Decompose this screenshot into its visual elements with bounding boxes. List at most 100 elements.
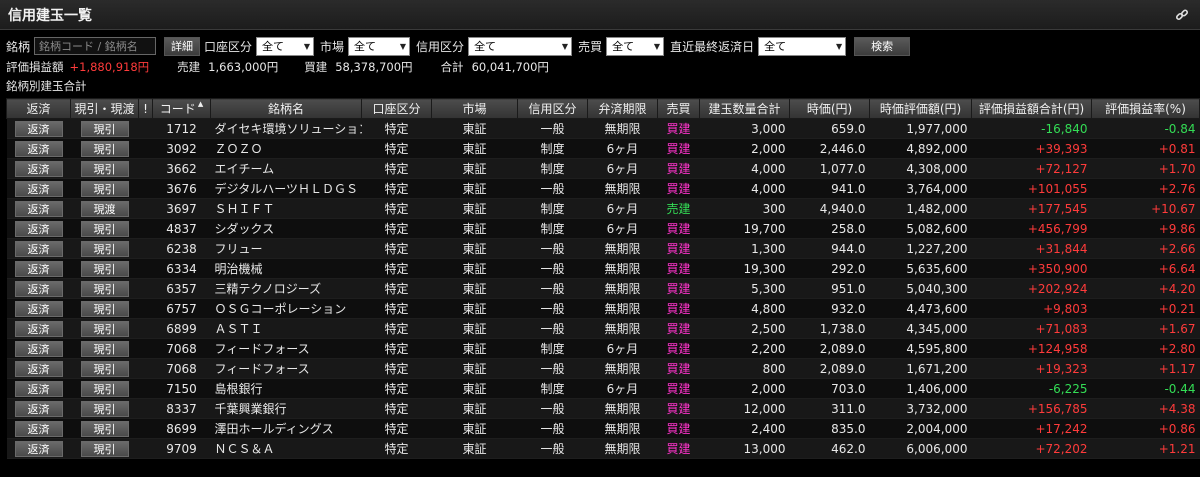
code-cell: 6238 <box>152 238 211 259</box>
trade-select[interactable]: 全て ▼ <box>606 36 665 56</box>
value-cell: 2,004,000 <box>869 418 972 439</box>
due-cell: 6ヶ月 <box>587 158 658 179</box>
settle-cell: 現引 <box>70 178 139 199</box>
repay-cell: 返済 <box>6 258 71 279</box>
value-cell: 1,977,000 <box>869 118 972 139</box>
repay-button[interactable]: 返済 <box>14 360 63 377</box>
repay-button[interactable]: 返済 <box>14 440 63 457</box>
repay-button[interactable]: 返済 <box>14 380 63 397</box>
code-cell: 4837 <box>152 218 211 239</box>
side-cell: 買建 <box>657 398 700 419</box>
account-cell: 特定 <box>361 318 432 339</box>
settle-button[interactable]: 現引 <box>80 400 129 417</box>
value-cell: 1,671,200 <box>869 358 972 379</box>
total-value: 60,041,700円 <box>471 60 549 74</box>
table-row: 返済 現引 1712 ダイセキ環境ソリューション 特定 東証 一般 無期限 買建 3,000 659… <box>6 118 1200 139</box>
col-rate[interactable]: 評価損益率(%) <box>1091 98 1200 119</box>
settle-button[interactable]: 現引 <box>80 380 129 397</box>
repay-button[interactable]: 返済 <box>14 120 63 137</box>
qty-cell: 19,700 <box>699 218 790 239</box>
col-code[interactable]: コード ▲ <box>152 98 211 119</box>
settle-button[interactable]: 現引 <box>80 280 129 297</box>
trade-select-value: 全て <box>612 40 635 53</box>
code-cell: 1712 <box>152 118 211 139</box>
account-select[interactable]: 全て ▼ <box>256 36 315 56</box>
settle-button[interactable]: 現引 <box>80 260 129 277</box>
price-cell: 2,446.0 <box>789 138 870 159</box>
price-cell: 292.0 <box>789 258 870 279</box>
credit-select[interactable]: 全て ▼ <box>468 36 573 56</box>
settle-button[interactable]: 現引 <box>80 300 129 317</box>
settle-button[interactable]: 現引 <box>80 220 129 237</box>
settle-button[interactable]: 現引 <box>80 320 129 337</box>
repay-cell: 返済 <box>6 398 71 419</box>
credit-cell: 制度 <box>517 158 588 179</box>
price-cell: 941.0 <box>789 178 870 199</box>
market-cell: 東証 <box>431 158 518 179</box>
detail-button[interactable]: 詳細 <box>164 36 201 56</box>
settle-button[interactable]: 現引 <box>80 120 129 137</box>
repay-button[interactable]: 返済 <box>14 400 63 417</box>
repay-button[interactable]: 返済 <box>14 280 63 297</box>
search-button[interactable]: 検索 <box>854 36 911 56</box>
col-alert[interactable]: ! <box>138 98 153 119</box>
col-credit[interactable]: 信用区分 <box>517 98 588 119</box>
link-icon[interactable] <box>1174 7 1190 23</box>
name-cell: 島根銀行 <box>210 378 362 399</box>
settle-cell: 現引 <box>70 318 139 339</box>
market-select[interactable]: 全て ▼ <box>348 36 411 56</box>
side-cell: 買建 <box>657 178 700 199</box>
repay-button[interactable]: 返済 <box>14 200 63 217</box>
settle-button[interactable]: 現引 <box>80 180 129 197</box>
settle-button[interactable]: 現引 <box>80 240 129 257</box>
rate-cell: +10.67 <box>1091 198 1200 219</box>
col-value[interactable]: 時価評価額(円) <box>869 98 972 119</box>
repay-button[interactable]: 返済 <box>14 340 63 357</box>
value-cell: 3,764,000 <box>869 178 972 199</box>
settle-button[interactable]: 現引 <box>80 360 129 377</box>
price-cell: 311.0 <box>789 398 870 419</box>
repay-button[interactable]: 返済 <box>14 420 63 437</box>
col-action[interactable]: 現引・現渡 <box>70 98 139 119</box>
repay-button[interactable]: 返済 <box>14 180 63 197</box>
stock-search-input[interactable] <box>34 37 157 55</box>
qty-cell: 2,400 <box>699 418 790 439</box>
pl-cell: +19,323 <box>971 358 1092 379</box>
repay-button[interactable]: 返済 <box>14 140 63 157</box>
table-header-row: 返済 現引・現渡 ! コード ▲ 銘柄名 口座区分 市場 信用区分 弁済期限 売買… <box>6 98 1200 119</box>
settle-button[interactable]: 現引 <box>80 440 129 457</box>
settle-button[interactable]: 現引 <box>80 340 129 357</box>
settle-button[interactable]: 現引 <box>80 160 129 177</box>
col-pl[interactable]: 評価損益額合計(円) <box>971 98 1092 119</box>
account-cell: 特定 <box>361 258 432 279</box>
col-due[interactable]: 弁済期限 <box>587 98 658 119</box>
col-price[interactable]: 時価(円) <box>789 98 870 119</box>
col-qty[interactable]: 建玉数量合計 <box>699 98 790 119</box>
due-label: 直近最終返済日 <box>670 39 755 54</box>
price-cell: 2,089.0 <box>789 358 870 379</box>
account-cell: 特定 <box>361 398 432 419</box>
repay-cell: 返済 <box>6 378 71 399</box>
settle-button[interactable]: 現引 <box>80 140 129 157</box>
settle-button[interactable]: 現引 <box>80 420 129 437</box>
code-cell: 3697 <box>152 198 211 219</box>
settle-button[interactable]: 現渡 <box>80 200 129 217</box>
repay-cell: 返済 <box>6 278 71 299</box>
repay-button[interactable]: 返済 <box>14 320 63 337</box>
repay-button[interactable]: 返済 <box>14 160 63 177</box>
name-cell: ＳＨＩＦＴ <box>210 198 362 219</box>
col-side[interactable]: 売買 <box>657 98 700 119</box>
repay-button[interactable]: 返済 <box>14 240 63 257</box>
pl-label: 評価損益額 <box>6 60 64 74</box>
col-name[interactable]: 銘柄名 <box>210 98 362 119</box>
repay-button[interactable]: 返済 <box>14 220 63 237</box>
col-market[interactable]: 市場 <box>431 98 518 119</box>
settle-cell: 現引 <box>70 378 139 399</box>
col-account[interactable]: 口座区分 <box>361 98 432 119</box>
repay-button[interactable]: 返済 <box>14 300 63 317</box>
due-select[interactable]: 全て ▼ <box>758 36 847 56</box>
rate-cell: +0.81 <box>1091 138 1200 159</box>
col-repay[interactable]: 返済 <box>6 98 71 119</box>
due-cell: 無期限 <box>587 438 658 459</box>
repay-button[interactable]: 返済 <box>14 260 63 277</box>
